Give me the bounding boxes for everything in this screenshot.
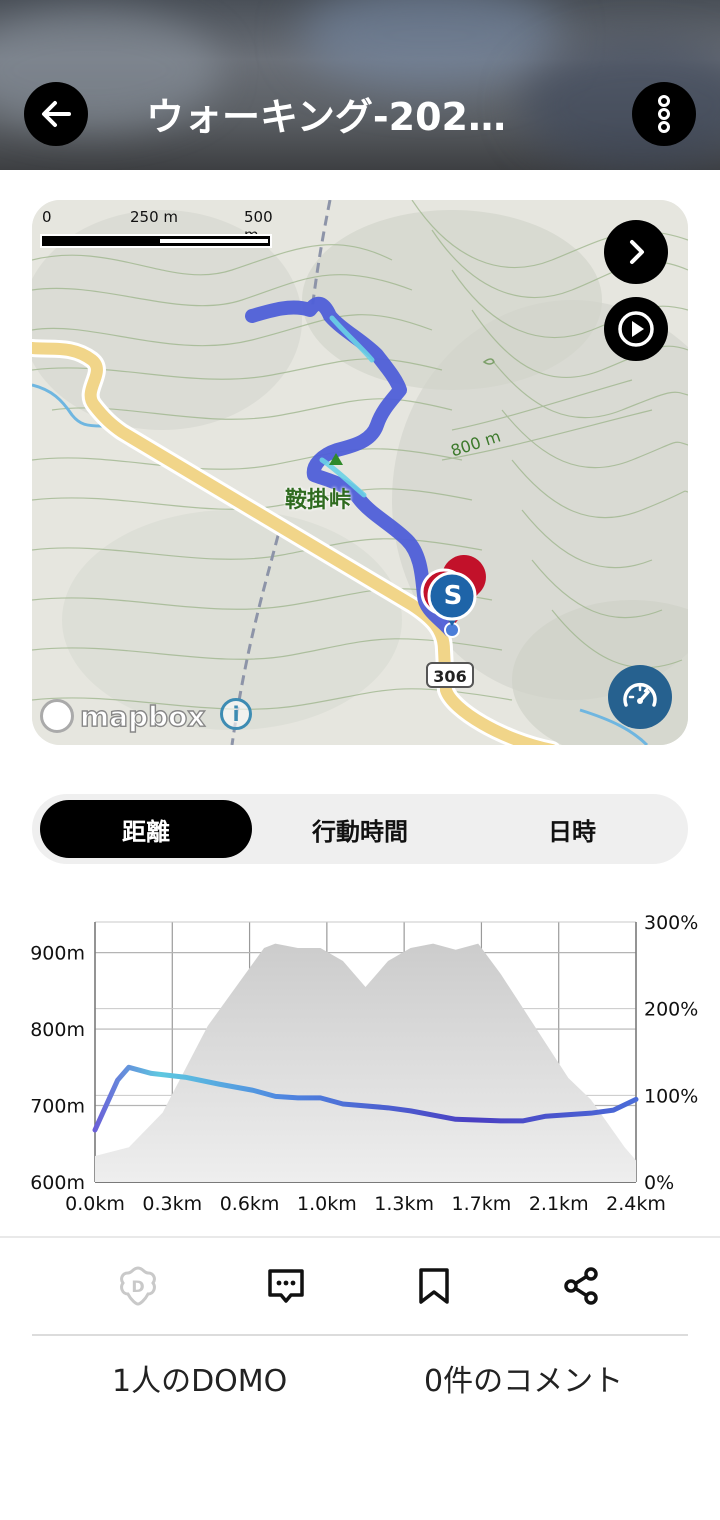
mapbox-logo-icon (40, 699, 74, 733)
domo-icon: D (120, 1266, 156, 1306)
y-left-tick-label: 800m (30, 1019, 85, 1041)
y-right-tick-label: 300% (644, 912, 698, 934)
x-tick-label: 0.6km (220, 1193, 280, 1215)
pass-name-label: 鞍掛峠 (285, 488, 352, 513)
x-tick-label: 1.3km (374, 1193, 434, 1215)
scale-label-250: 250 m (130, 208, 179, 226)
more-menu-button[interactable] (632, 82, 696, 146)
domo-count[interactable]: 1人のDOMO (112, 1358, 287, 1406)
actions-divider (32, 1334, 688, 1336)
share-icon (564, 1267, 598, 1305)
scale-track (40, 234, 272, 248)
scale-label-0: 0 (42, 208, 52, 226)
map-terrain (32, 200, 688, 745)
page-title: ウォーキング-202… (146, 95, 506, 139)
x-tick-label: 2.4km (606, 1193, 666, 1215)
play-button[interactable] (604, 297, 668, 361)
actions-border (0, 1236, 720, 1238)
y-right-tick-label: 0% (644, 1172, 674, 1194)
mapbox-logo: mapbox (40, 696, 206, 736)
y-right-tick-label: 200% (644, 999, 698, 1021)
y-left-tick-label: 600m (30, 1172, 85, 1194)
comment-icon (268, 1269, 304, 1303)
header-backdrop (300, 0, 560, 90)
next-button[interactable] (604, 220, 668, 284)
comment-count[interactable]: 0件のコメント (424, 1358, 623, 1406)
gradient-area (95, 943, 636, 1182)
tab-distance[interactable]: 距離 (40, 800, 252, 858)
chevron-right-icon (630, 240, 644, 264)
comment-button[interactable] (254, 1258, 318, 1314)
x-tick-label: 2.1km (529, 1193, 589, 1215)
x-tick-label: 1.7km (452, 1193, 512, 1215)
start-marker-label: S (443, 581, 463, 611)
back-button[interactable] (24, 82, 88, 146)
share-button[interactable] (549, 1258, 613, 1314)
svg-text:D: D (131, 1277, 144, 1296)
speed-button[interactable] (608, 665, 672, 729)
tab-moving-time[interactable]: 行動時間 (254, 800, 466, 858)
speedometer-icon (623, 682, 657, 707)
play-icon (618, 311, 654, 347)
y-right-tick-label: 100% (644, 1085, 698, 1107)
tab-datetime[interactable]: 日時 (466, 800, 678, 858)
map-scale-bar: 0 250 m 500 m (40, 208, 280, 254)
more-vertical-icon (658, 95, 670, 133)
y-left-tick-label: 700m (30, 1096, 85, 1118)
x-tick-label: 0.3km (142, 1193, 202, 1215)
x-tick-label: 0.0km (65, 1193, 125, 1215)
header: ウォーキング-202… (0, 0, 720, 170)
route-map[interactable]: 0 250 m 500 m 800 m 鞍掛峠 S 306 mapbox i (32, 200, 688, 745)
domo-button[interactable]: D (106, 1258, 170, 1314)
bookmark-button[interactable] (402, 1258, 466, 1314)
info-icon[interactable]: i (220, 698, 252, 730)
road-number-label: 306 (426, 662, 474, 688)
y-left-tick-label: 900m (30, 943, 85, 965)
arrow-left-icon (42, 101, 71, 127)
elevation-chart: 0.0km 0.3km 0.6km 1.0km 1.3km 1.7km 2.1km 2.4km… (30, 912, 698, 1215)
bookmark-icon (419, 1268, 449, 1304)
chart-axis-tabs: 距離 行動時間 日時 (32, 794, 688, 864)
x-tick-label: 1.0km (297, 1193, 357, 1215)
